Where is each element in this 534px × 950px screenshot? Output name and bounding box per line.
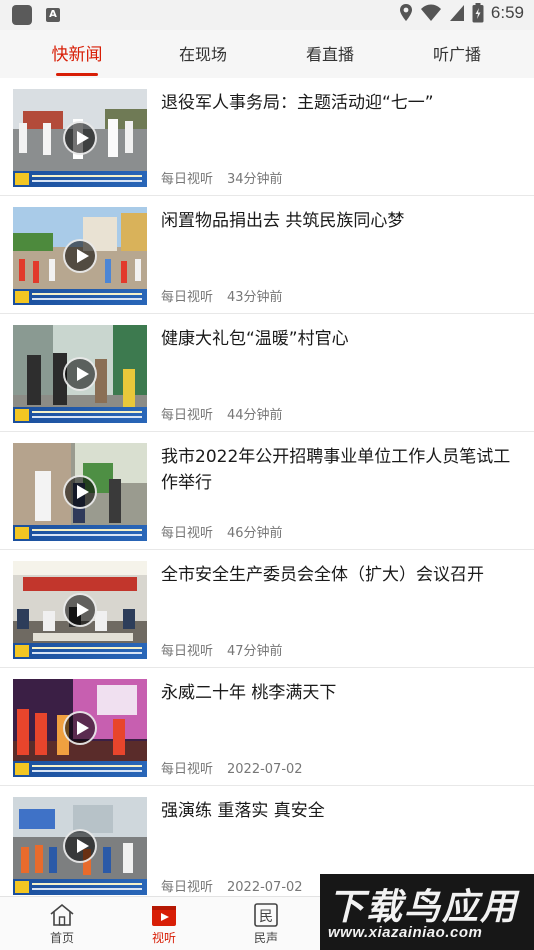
news-time: 44分钟前 — [227, 408, 283, 423]
video-caption-bar — [13, 761, 147, 777]
nav-item-video[interactable]: 视听 — [134, 903, 194, 946]
news-title[interactable]: 强演练 重落实 真安全 — [161, 798, 516, 824]
news-title[interactable]: 健康大礼包“温暖”村官心 — [161, 326, 516, 352]
nav-label: 视听 — [151, 931, 176, 945]
news-source: 每日视听 — [161, 408, 214, 423]
news-item[interactable]: 全市安全生产委员会全体（扩大）会议召开 每日视听 47分钟前 — [0, 550, 534, 668]
news-meta: 每日视听 34分钟前 — [161, 168, 283, 187]
active-tab-indicator — [56, 73, 98, 76]
news-item[interactable]: 健康大礼包“温暖”村官心 每日视听 44分钟前 — [0, 314, 534, 432]
news-meta: 每日视听 46分钟前 — [161, 522, 283, 541]
battery-icon — [472, 3, 484, 23]
tab-label: 在现场 — [178, 45, 227, 64]
tab-label: 看直播 — [305, 45, 354, 64]
play-icon — [63, 121, 97, 155]
play-icon — [63, 475, 97, 509]
news-meta: 每日视听 43分钟前 — [161, 286, 283, 305]
news-time: 2022-07-02 — [227, 880, 303, 895]
status-bar-system: 6:59 — [399, 3, 524, 23]
news-source: 每日视听 — [161, 644, 214, 659]
min-sheng-icon: 民 — [254, 903, 278, 927]
news-item[interactable]: 闲置物品捐出去 共筑民族同心梦 每日视听 43分钟前 — [0, 196, 534, 314]
video-thumbnail[interactable] — [13, 325, 147, 423]
watermark-title: 下载鸟应用 — [328, 887, 519, 928]
location-icon — [399, 4, 412, 21]
tab-label: 快新闻 — [51, 45, 103, 65]
video-thumbnail[interactable] — [13, 797, 147, 895]
news-item[interactable]: 退役军人事务局：主题活动迎“七一” 每日视听 34分钟前 — [0, 78, 534, 196]
wifi-icon — [420, 4, 441, 21]
signal-icon — [449, 5, 464, 21]
news-time: 47分钟前 — [227, 644, 283, 659]
tab-ting-guangbo[interactable]: 听广播 — [402, 30, 512, 78]
video-caption-bar — [13, 407, 147, 423]
news-list: 退役军人事务局：主题活动迎“七一” 每日视听 34分钟前 闲置物品捐出去 共筑民族… — [0, 78, 534, 904]
news-time: 46分钟前 — [227, 526, 283, 541]
category-tabs: 快新闻 在现场 看直播 听广播 — [0, 30, 534, 78]
news-time: 2022-07-02 — [227, 762, 303, 777]
news-time: 43分钟前 — [227, 290, 283, 305]
tab-zai-xianchang[interactable]: 在现场 — [148, 30, 258, 78]
news-item[interactable]: 永威二十年 桃李满天下 每日视听 2022-07-02 — [0, 668, 534, 786]
play-icon — [63, 239, 97, 273]
play-icon — [63, 593, 97, 627]
video-caption-bar — [13, 171, 147, 187]
video-caption-bar — [13, 879, 147, 895]
video-thumbnail[interactable] — [13, 443, 147, 541]
news-item[interactable]: 我市2022年公开招聘事业单位工作人员笔试工作举行 每日视听 46分钟前 — [0, 432, 534, 550]
news-source: 每日视听 — [161, 762, 214, 777]
news-source: 每日视听 — [161, 290, 214, 305]
news-title[interactable]: 退役军人事务局：主题活动迎“七一” — [161, 90, 516, 116]
tab-kan-zhibo[interactable]: 看直播 — [275, 30, 385, 78]
news-title[interactable]: 永威二十年 桃李满天下 — [161, 680, 516, 706]
nav-label: 首页 — [49, 931, 74, 945]
tab-label: 听广播 — [432, 45, 481, 64]
news-source: 每日视听 — [161, 526, 214, 541]
news-meta: 每日视听 44分钟前 — [161, 404, 283, 423]
play-icon — [63, 711, 97, 745]
news-title[interactable]: 全市安全生产委员会全体（扩大）会议召开 — [161, 562, 516, 588]
news-title[interactable]: 我市2022年公开招聘事业单位工作人员笔试工作举行 — [161, 444, 516, 496]
news-source: 每日视听 — [161, 880, 214, 895]
video-thumbnail[interactable] — [13, 561, 147, 659]
nav-label: 民声 — [253, 931, 278, 945]
news-meta: 每日视听 47分钟前 — [161, 640, 283, 659]
status-bar-notifications: A — [12, 5, 60, 25]
video-caption-bar — [13, 525, 147, 541]
news-meta: 每日视听 2022-07-02 — [161, 876, 303, 895]
home-icon — [50, 903, 74, 926]
news-title[interactable]: 闲置物品捐出去 共筑民族同心梦 — [161, 208, 516, 234]
a-notification-icon: A — [46, 8, 60, 22]
video-thumbnail[interactable] — [13, 679, 147, 777]
news-meta: 每日视听 2022-07-02 — [161, 758, 303, 777]
app-notification-icon — [12, 5, 32, 25]
tab-kuai-xinwen[interactable]: 快新闻 — [22, 30, 132, 78]
play-icon — [63, 829, 97, 863]
watermark-url: www.xiazainiao.com — [328, 924, 483, 941]
nav-item-home[interactable]: 首页 — [32, 903, 92, 946]
play-icon — [63, 357, 97, 391]
video-caption-bar — [13, 643, 147, 659]
video-thumbnail[interactable] — [13, 89, 147, 187]
status-bar: A 6:59 — [0, 0, 534, 30]
clock: 6:59 — [490, 3, 524, 22]
video-thumbnail[interactable] — [13, 207, 147, 305]
news-source: 每日视听 — [161, 172, 214, 187]
nav-item-minsheng[interactable]: 民 民声 — [236, 903, 296, 946]
news-time: 34分钟前 — [227, 172, 283, 187]
site-watermark: 下载鸟应用 www.xiazainiao.com — [320, 874, 534, 950]
video-caption-bar — [13, 289, 147, 305]
svg-text:民: 民 — [259, 909, 273, 925]
video-play-icon — [152, 906, 176, 926]
